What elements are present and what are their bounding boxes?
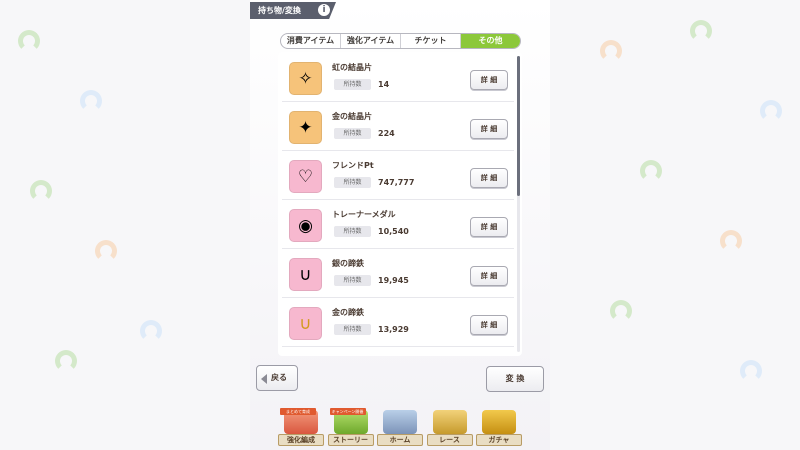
nav-label: ガチャ [476,434,522,446]
promo-badge: まとめて育成 [280,408,316,415]
item-count: 13,929 [378,325,409,334]
list-item: ✧ 虹の結晶片 所持数 14 詳 細 [282,56,514,102]
horseshoe-decoration-icon [30,180,52,202]
gold-crystal-icon: ✦ [289,111,322,144]
horseshoe-decoration-icon [55,350,77,372]
count-label: 所持数 [334,275,371,286]
item-count: 19,945 [378,276,409,285]
tab-enhancement-items[interactable]: 強化アイテム [341,34,401,48]
detail-button[interactable]: 詳 細 [470,315,508,335]
item-count: 14 [378,80,390,89]
horseshoe-decoration-icon [18,30,40,52]
item-name: トレーナーメダル [332,210,396,219]
trainer-medal-icon: ◉ [289,209,322,242]
back-button-label: 戻る [271,373,287,382]
horseshoe-decoration-icon [760,100,782,122]
silver-horseshoe-icon: ∪ [289,258,322,291]
nav-home[interactable]: ホーム [377,410,423,446]
count-label: 所持数 [334,177,371,188]
nav-race[interactable]: レース [426,410,473,446]
item-count: 10,540 [378,227,409,236]
detail-button[interactable]: 詳 細 [470,119,508,139]
detail-button[interactable]: 詳 細 [470,168,508,188]
count-label: 所持数 [334,324,371,335]
nav-gacha[interactable]: ガチャ [476,410,522,446]
item-name: 金の蹄鉄 [332,308,364,317]
nav-label: 強化編成 [278,434,324,446]
home-building-icon [383,410,417,434]
count-label: 所持数 [334,128,371,139]
nav-enhance-formation[interactable]: まとめて育成 強化編成 [278,408,324,446]
item-count: 747,777 [378,178,415,187]
item-count: 224 [378,129,395,138]
category-tabs: 消費アイテム 強化アイテム チケット その他 [280,33,521,49]
nav-label: レース [426,434,473,446]
horseshoe-decoration-icon [600,40,622,62]
list-item: ◉ トレーナーメダル 所持数 10,540 詳 細 [282,203,514,249]
list-item: ✦ 金の結晶片 所持数 224 詳 細 [282,105,514,151]
horseshoe-decoration-icon [610,300,632,322]
horseshoe-decoration-icon [690,20,712,42]
exchange-button[interactable]: 変 換 [486,366,544,392]
item-name: フレンドPt [332,161,374,170]
back-button[interactable]: 戻る [256,365,298,391]
bottom-navigation: まとめて育成 強化編成 キャンペーン開催 ストーリー ホーム レース ガチャ [278,408,522,446]
count-label: 所持数 [334,79,371,90]
gold-horseshoe-icon: ∪ [289,307,322,340]
info-icon[interactable]: i [318,4,330,16]
item-list[interactable]: ✧ 虹の結晶片 所持数 14 詳 細 ✦ 金の結晶片 所持数 224 詳 細 ♡… [278,52,522,356]
gacha-icon [482,410,516,434]
list-item: ∪ 銀の蹄鉄 所持数 19,945 詳 細 [282,252,514,298]
race-icon [432,410,467,434]
list-item: ♡ フレンドPt 所持数 747,777 詳 細 [282,154,514,200]
horseshoe-decoration-icon [720,230,742,252]
scrollbar-thumb[interactable] [517,56,520,196]
horseshoe-decoration-icon [140,320,162,342]
detail-button[interactable]: 詳 細 [470,266,508,286]
nav-story[interactable]: キャンペーン開催 ストーリー [327,408,374,446]
item-name: 銀の蹄鉄 [332,259,364,268]
horseshoe-decoration-icon [640,160,662,182]
nav-label: ストーリー [327,434,374,446]
page-title-text: 持ち物/変換 [258,6,301,15]
count-label: 所持数 [334,226,371,237]
tab-consumable-items[interactable]: 消費アイテム [281,34,341,48]
rainbow-crystal-icon: ✧ [289,62,322,95]
horseshoe-decoration-icon [740,360,762,382]
nav-label: ホーム [377,434,423,446]
promo-badge: キャンペーン開催 [329,408,366,415]
inventory-panel: 持ち物/変換 i 消費アイテム 強化アイテム チケット その他 ✧ 虹の結晶片 … [250,0,550,450]
friend-point-icon: ♡ [289,160,322,193]
item-name: 金の結晶片 [332,112,372,121]
detail-button[interactable]: 詳 細 [470,70,508,90]
list-item: ∪ 金の蹄鉄 所持数 13,929 詳 細 [282,301,514,347]
horseshoe-decoration-icon [80,90,102,112]
tab-others[interactable]: その他 [461,34,520,48]
detail-button[interactable]: 詳 細 [470,217,508,237]
tab-tickets[interactable]: チケット [401,34,461,48]
horseshoe-decoration-icon [95,240,117,262]
item-name: 虹の結晶片 [332,63,372,72]
